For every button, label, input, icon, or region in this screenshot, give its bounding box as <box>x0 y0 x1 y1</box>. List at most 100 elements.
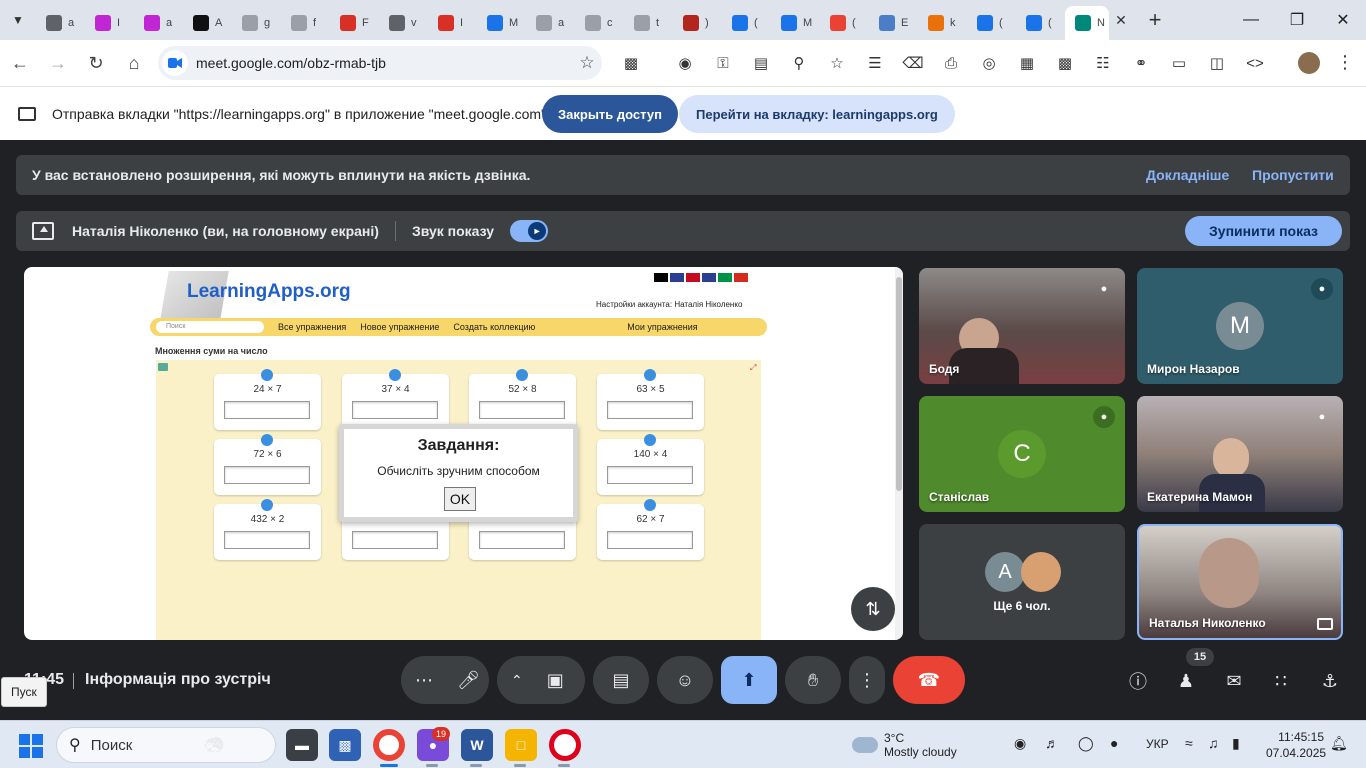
go-to-tab-button[interactable]: Перейти на вкладку: learningapps.org <box>679 95 955 133</box>
mic-tray-icon[interactable]: ● <box>1110 735 1118 751</box>
pin-icon[interactable] <box>644 499 656 511</box>
card-icon[interactable]: ▤ <box>742 46 780 80</box>
pin-icon[interactable] <box>516 369 528 381</box>
language-flag-icon[interactable] <box>654 273 668 282</box>
answer-input[interactable] <box>224 531 310 549</box>
browser-tab[interactable]: F <box>330 6 379 40</box>
browser-tab[interactable]: N <box>1065 6 1109 40</box>
chrome-menu-icon[interactable]: ⋮ <box>1336 52 1354 73</box>
input-language[interactable]: УКР <box>1146 737 1169 751</box>
browser-tab[interactable]: k <box>918 6 967 40</box>
meet-site-icon[interactable] <box>162 50 188 76</box>
reader-icon[interactable]: ☰ <box>856 46 894 80</box>
browser-tab[interactable]: ) <box>673 6 722 40</box>
browser-tab[interactable]: M <box>771 6 820 40</box>
language-flag-icon[interactable] <box>702 273 716 282</box>
browser-tab[interactable]: I <box>428 6 477 40</box>
learningapps-logo[interactable]: LearningApps.org <box>187 281 351 303</box>
reactions-button[interactable]: ☺ <box>657 656 713 704</box>
raise-hand-button[interactable]: ✋︎ <box>785 656 841 704</box>
microphone-icon[interactable]: 🎤︎ <box>457 670 480 691</box>
url-text[interactable]: meet.google.com/obz-rmab-tjb <box>196 55 572 71</box>
more-options-dots-icon[interactable]: ⋯ <box>415 670 433 691</box>
camera-icon[interactable]: ▣ <box>547 670 564 691</box>
screenshot-icon[interactable]: ◎ <box>970 46 1008 80</box>
answer-input[interactable] <box>352 401 438 419</box>
pin-icon[interactable] <box>261 434 273 446</box>
taskbar-clock[interactable]: 11:45:15 07.04.2025 <box>1266 729 1326 761</box>
fullscreen-icon[interactable]: ⤢ <box>750 363 756 373</box>
browser-tab[interactable]: v <box>379 6 428 40</box>
skip-link[interactable]: Пропустити <box>1252 167 1334 183</box>
tab-search-icon[interactable]: ▼ <box>0 0 36 40</box>
profile-avatar[interactable] <box>1298 52 1320 74</box>
chat-icon[interactable]: ✉ <box>1221 668 1247 694</box>
sidepanel-icon[interactable]: ◫ <box>1198 46 1236 80</box>
answer-input[interactable] <box>224 466 310 484</box>
tray-app-icon[interactable]: ◉ <box>1014 735 1026 752</box>
browser-tab[interactable]: M <box>477 6 526 40</box>
exercise-card[interactable]: 140 × 4 <box>597 434 704 495</box>
browser-tab[interactable]: A <box>183 6 232 40</box>
exercise-card[interactable]: 72 × 6 <box>214 434 321 495</box>
browser-tab[interactable]: ( <box>820 6 869 40</box>
nav-all-exercises[interactable]: Все упражнения <box>278 322 346 332</box>
browser-tab[interactable]: I <box>85 6 134 40</box>
chevron-up-icon[interactable]: ⌃ <box>511 672 523 689</box>
reading-list-icon[interactable]: ☷ <box>1084 46 1122 80</box>
word-icon[interactable]: W <box>461 729 493 761</box>
pin-icon[interactable] <box>644 434 656 446</box>
participant-tile-bodya[interactable]: ● Бодя <box>919 268 1125 384</box>
task-view-icon[interactable]: ▬ <box>286 729 318 761</box>
exercise-card[interactable]: 432 × 2 <box>214 499 321 560</box>
taskbar-search[interactable]: ⚲ Поиск 🦔︎ <box>56 727 276 763</box>
pin-icon[interactable] <box>261 499 273 511</box>
speaker-icon[interactable]: ♫ <box>1208 735 1219 751</box>
language-flag-icon[interactable] <box>718 273 732 282</box>
share-sound-toggle[interactable]: ► <box>510 220 549 242</box>
browser-tab[interactable]: E <box>869 6 918 40</box>
print-icon[interactable]: ⎙ <box>932 46 970 80</box>
key-icon[interactable]: ⚿ <box>704 46 742 80</box>
exercise-card[interactable]: 37 × 4 <box>342 369 449 430</box>
browser-tab[interactable]: g <box>232 6 281 40</box>
home-button[interactable]: ⌂ <box>116 45 152 81</box>
code-icon[interactable]: <> <box>1236 46 1274 80</box>
answer-input[interactable] <box>352 531 438 549</box>
answer-input[interactable] <box>479 401 565 419</box>
browser-tab[interactable]: ( <box>1016 6 1065 40</box>
pin-icon[interactable] <box>389 369 401 381</box>
new-tab-button[interactable]: + <box>1137 7 1173 33</box>
exercise-card[interactable]: 24 × 7 <box>214 369 321 430</box>
answer-input[interactable] <box>607 466 693 484</box>
incognito-icon[interactable]: ◉ <box>666 46 704 80</box>
meeting-info-label[interactable]: Інформація про зустріч <box>85 671 271 689</box>
browser-tab[interactable]: c <box>575 6 624 40</box>
minimize-button[interactable]: — <box>1228 0 1274 40</box>
browser-tab[interactable]: a <box>134 6 183 40</box>
reload-button[interactable]: ↻ <box>78 45 114 81</box>
browser-tab[interactable]: a <box>526 6 575 40</box>
battery-icon[interactable]: ▮ <box>1232 735 1240 752</box>
weather-widget[interactable]: 3°C Mostly cloudy <box>852 731 957 759</box>
store-icon[interactable]: ▩ <box>329 729 361 761</box>
answer-input[interactable] <box>479 531 565 549</box>
stage-scrollbar[interactable] <box>895 267 903 640</box>
bookmark-star-icon[interactable]: ☆ <box>572 53 602 73</box>
participant-tile-self[interactable]: Наталья Николенко <box>1137 524 1343 640</box>
close-tab-icon[interactable]: ✕ <box>1113 12 1129 28</box>
exercise-card[interactable]: 62 × 7 <box>597 499 704 560</box>
info-icon[interactable]: ⓘ <box>1125 668 1151 694</box>
stop-sharing-button[interactable]: Закрыть доступ <box>542 95 678 133</box>
account-settings[interactable]: Настройки аккаунта: Наталія Ніколенко <box>596 300 742 309</box>
answer-input[interactable] <box>607 401 693 419</box>
exercise-card[interactable]: 63 × 5 <box>597 369 704 430</box>
details-link[interactable]: Докладніше <box>1146 167 1229 183</box>
language-flag-icon[interactable] <box>686 273 700 282</box>
file-explorer-icon[interactable]: □ <box>505 729 537 761</box>
swap-view-button[interactable]: ⇅ <box>851 587 895 631</box>
nav-my-exercises[interactable]: Мои упражнения <box>627 322 697 332</box>
more-options-button[interactable]: ⋮ <box>849 656 885 704</box>
defender-icon[interactable]: ◯ <box>1078 735 1094 752</box>
leave-call-button[interactable]: ☎︎ <box>893 656 965 704</box>
